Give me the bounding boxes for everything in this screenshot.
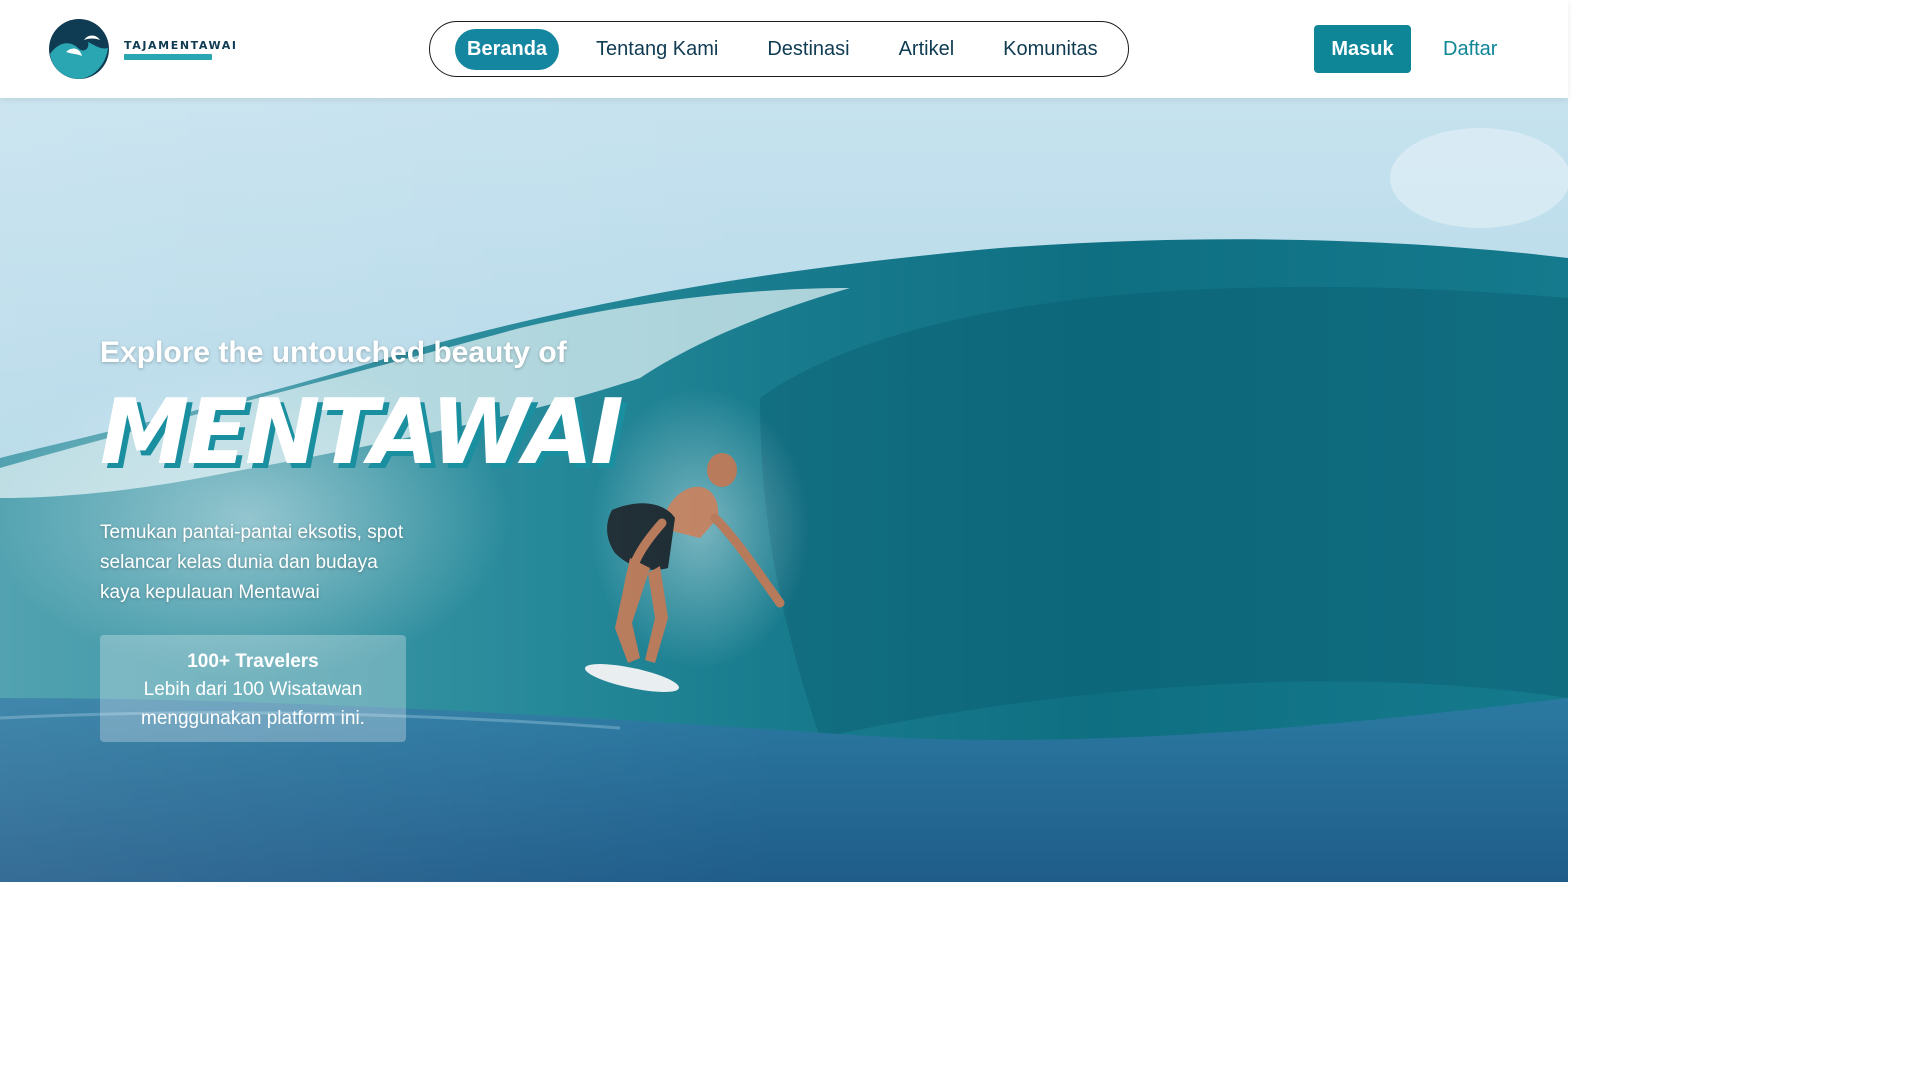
hero-section: Explore the untouched beauty of MENTAWAI… (0, 98, 1568, 882)
stat-description: Lebih dari 100 Wisatawan menggunakan pla… (141, 679, 365, 729)
main-nav: Beranda Tentang Kami Destinasi Artikel K… (429, 21, 1129, 77)
hero-description: Temukan pantai-pantai eksotis, spot sela… (100, 522, 404, 603)
brand-logo[interactable]: TAJAMENTAWAI (48, 18, 238, 80)
nav-item-beranda[interactable]: Beranda (455, 28, 560, 70)
stat-title: 100+ Travelers (187, 651, 319, 672)
hero-title: MENTAWAI (100, 380, 624, 485)
register-link[interactable]: Daftar (1443, 25, 1497, 73)
hero-overlay (0, 98, 1568, 882)
nav-item-komunitas[interactable]: Komunitas (991, 29, 1110, 70)
brand-tagline-bar (124, 53, 212, 60)
login-button[interactable]: Masuk (1314, 25, 1411, 73)
nav-item-destinasi[interactable]: Destinasi (755, 29, 861, 70)
travelers-stat-card: 100+ Travelers Lebih dari 100 Wisatawan … (100, 635, 406, 742)
nav-item-artikel[interactable]: Artikel (887, 29, 967, 70)
nav-item-tentang-kami[interactable]: Tentang Kami (584, 29, 730, 70)
site-header: TAJAMENTAWAI Beranda Tentang Kami Destin… (0, 0, 1568, 98)
wave-logo-icon (49, 19, 109, 79)
brand-name: TAJAMENTAWAI (124, 38, 238, 52)
hero-subtitle: Explore the untouched beauty of (100, 336, 567, 369)
